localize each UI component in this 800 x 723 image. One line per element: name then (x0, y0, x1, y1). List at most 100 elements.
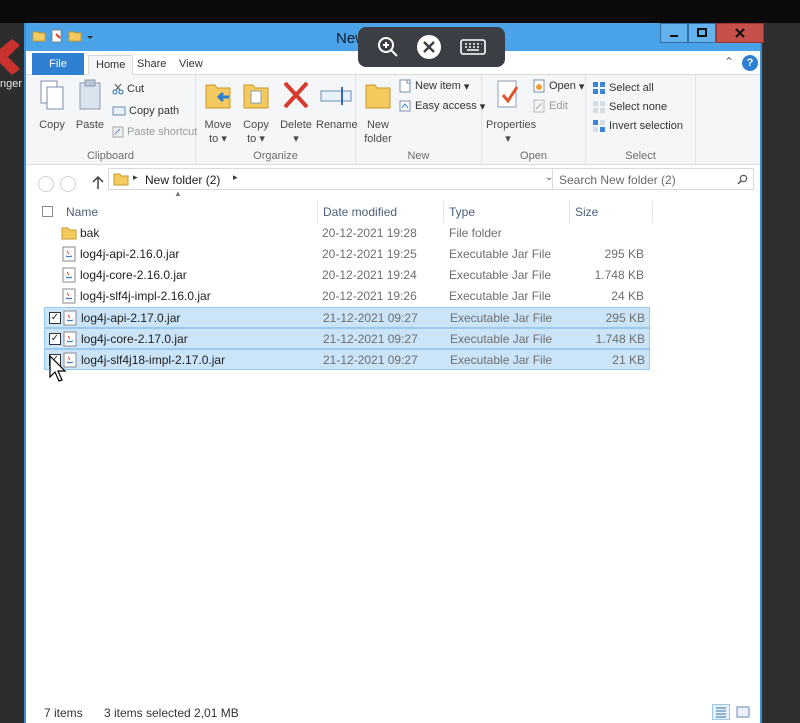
copy-path-button[interactable]: Copy path (112, 105, 179, 117)
back-button[interactable] (38, 176, 54, 192)
file-name: log4j-slf4j-impl-2.16.0.jar (80, 289, 211, 303)
select-all-checkbox[interactable] (42, 206, 53, 217)
breadcrumb-arrow-icon[interactable]: ▸ (133, 172, 138, 183)
table-row[interactable]: ✓ log4j-core-2.17.0.jar 21-12-2021 09:27 Ex… (44, 328, 650, 349)
status-bar: 7 items 3 items selected 2,01 MB (26, 701, 760, 723)
select-group: Select all Select none Invert selection … (586, 75, 696, 165)
maximize-icon (697, 28, 707, 37)
up-arrow-icon[interactable] (92, 176, 104, 190)
organize-group-label: Organize (253, 150, 298, 162)
copy-to-label: Copy (243, 119, 269, 131)
table-row[interactable]: ✓ log4j-api-2.17.0.jar 21-12-2021 09:27 Exe… (44, 307, 650, 328)
cut-button[interactable]: Cut (112, 83, 144, 95)
minimize-icon (670, 35, 678, 37)
search-box[interactable]: Search New folder (2) (552, 168, 754, 190)
properties-icon (497, 80, 519, 108)
file-type: Executable Jar File (449, 289, 552, 303)
help-icon[interactable]: ? (742, 55, 758, 71)
table-row[interactable]: log4j-api-2.16.0.jar 20-12-2021 19:25 Exec… (44, 244, 650, 265)
select-all-button[interactable]: Select all (592, 81, 654, 95)
jar-file-icon (63, 310, 77, 326)
folder-icon (32, 31, 46, 42)
close-icon (735, 28, 745, 38)
paste-shortcut-button[interactable]: Paste shortcut (112, 126, 197, 138)
open-group-label: Open (520, 150, 547, 162)
paste-shortcut-icon (112, 126, 124, 138)
keyboard-icon[interactable] (459, 37, 487, 57)
tab-file[interactable]: File (32, 53, 84, 75)
column-header-size[interactable]: Size (569, 201, 653, 223)
zoom-in-icon[interactable] (376, 35, 400, 59)
new-folder-label-2: folder (364, 133, 392, 145)
move-to-button[interactable]: Move to ▾ (200, 79, 236, 146)
close-button[interactable] (716, 23, 764, 43)
maximize-button[interactable] (688, 23, 716, 43)
ribbon: Copy Paste Cut Copy path Paste shortcut … (26, 75, 760, 165)
tab-home[interactable]: Home (88, 55, 134, 75)
search-placeholder: Search New folder (2) (559, 173, 676, 187)
remote-desktop-logo-icon[interactable] (416, 34, 442, 60)
column-header-name[interactable]: Name (60, 201, 318, 223)
edit-button[interactable]: Edit (532, 99, 568, 113)
delete-x-icon (283, 81, 309, 109)
minimize-button[interactable] (660, 23, 688, 43)
jar-file-icon (62, 246, 76, 262)
file-date: 20-12-2021 19:24 (322, 268, 417, 282)
collapse-ribbon-icon[interactable]: ⌃ (724, 55, 734, 69)
navigation-bar: ▸ New folder (2) ▸ ⌄ ↻ Search New folder… (26, 165, 760, 201)
customize-dropdown-icon[interactable] (86, 29, 94, 43)
invert-selection-icon (593, 120, 605, 132)
copy-to-button[interactable]: Copy to ▾ (238, 79, 274, 146)
file-name: log4j-api-2.16.0.jar (80, 247, 180, 261)
table-row[interactable]: ✓ log4j-slf4j18-impl-2.17.0.jar 21-12-2021… (44, 349, 650, 370)
easy-access-button[interactable]: Easy access ▾ (398, 99, 485, 113)
file-date: 21-12-2021 09:27 (323, 353, 418, 367)
table-row[interactable]: log4j-slf4j-impl-2.16.0.jar 20-12-2021 19… (44, 286, 650, 307)
jar-file-icon (62, 267, 76, 283)
open-button[interactable]: Open ▾ (532, 79, 584, 93)
rename-button[interactable]: Rename (316, 79, 358, 132)
row-checkbox[interactable]: ✓ (49, 333, 61, 345)
file-name: log4j-core-2.16.0.jar (80, 268, 187, 282)
file-name: log4j-api-2.17.0.jar (81, 311, 181, 325)
breadcrumb-arrow-icon[interactable]: ▸ (233, 172, 238, 183)
copy-path-icon (112, 106, 126, 116)
easy-access-label: Easy access (415, 100, 477, 112)
address-bar[interactable]: ▸ New folder (2) ▸ ⌄ ↻ (108, 168, 574, 190)
new-folder-button[interactable]: New folder (360, 79, 396, 146)
tab-share[interactable]: Share (130, 55, 173, 75)
select-none-icon (593, 101, 605, 113)
search-icon[interactable] (737, 174, 748, 185)
row-checkbox[interactable]: ✓ (49, 312, 61, 324)
column-header-date[interactable]: Date modified (317, 201, 444, 223)
breadcrumb-current[interactable]: New folder (2) (145, 173, 220, 187)
new-group-label: New (407, 150, 430, 162)
table-row[interactable]: bak 20-12-2021 19:28 File folder (44, 223, 650, 244)
rename-icon (320, 87, 352, 105)
details-view-button[interactable] (712, 704, 730, 720)
select-none-label: Select none (609, 101, 668, 113)
new-folder-icon[interactable] (68, 29, 82, 43)
file-date: 21-12-2021 09:27 (323, 311, 418, 325)
new-item-button[interactable]: New item ▾ (398, 79, 469, 93)
properties-button[interactable]: Properties ▾ (486, 79, 536, 146)
properties-icon[interactable] (50, 29, 64, 43)
select-none-button[interactable]: Select none (592, 100, 667, 114)
forward-button[interactable] (60, 176, 76, 192)
organize-group: Move to ▾ Copy to ▾ Delete ▾ Rename Organiz… (196, 75, 358, 165)
large-icons-view-button[interactable] (734, 704, 752, 720)
column-header-type[interactable]: Type (443, 201, 570, 223)
delete-button[interactable]: Delete ▾ (278, 79, 314, 146)
invert-selection-button[interactable]: Invert selection (592, 119, 683, 133)
move-to-label: Move (204, 119, 232, 131)
copy-button[interactable]: Copy (34, 79, 70, 132)
table-row[interactable]: log4j-core-2.16.0.jar 20-12-2021 19:24 Exe… (44, 265, 650, 286)
file-size: 21 KB (612, 353, 645, 367)
rename-label: Rename (316, 119, 358, 131)
file-date: 20-12-2021 19:26 (322, 289, 417, 303)
file-date: 20-12-2021 19:25 (322, 247, 417, 261)
select-all-icon (593, 82, 605, 94)
file-name: log4j-core-2.17.0.jar (81, 332, 188, 346)
tab-view[interactable]: View (172, 55, 210, 75)
paste-button[interactable]: Paste (72, 79, 108, 132)
